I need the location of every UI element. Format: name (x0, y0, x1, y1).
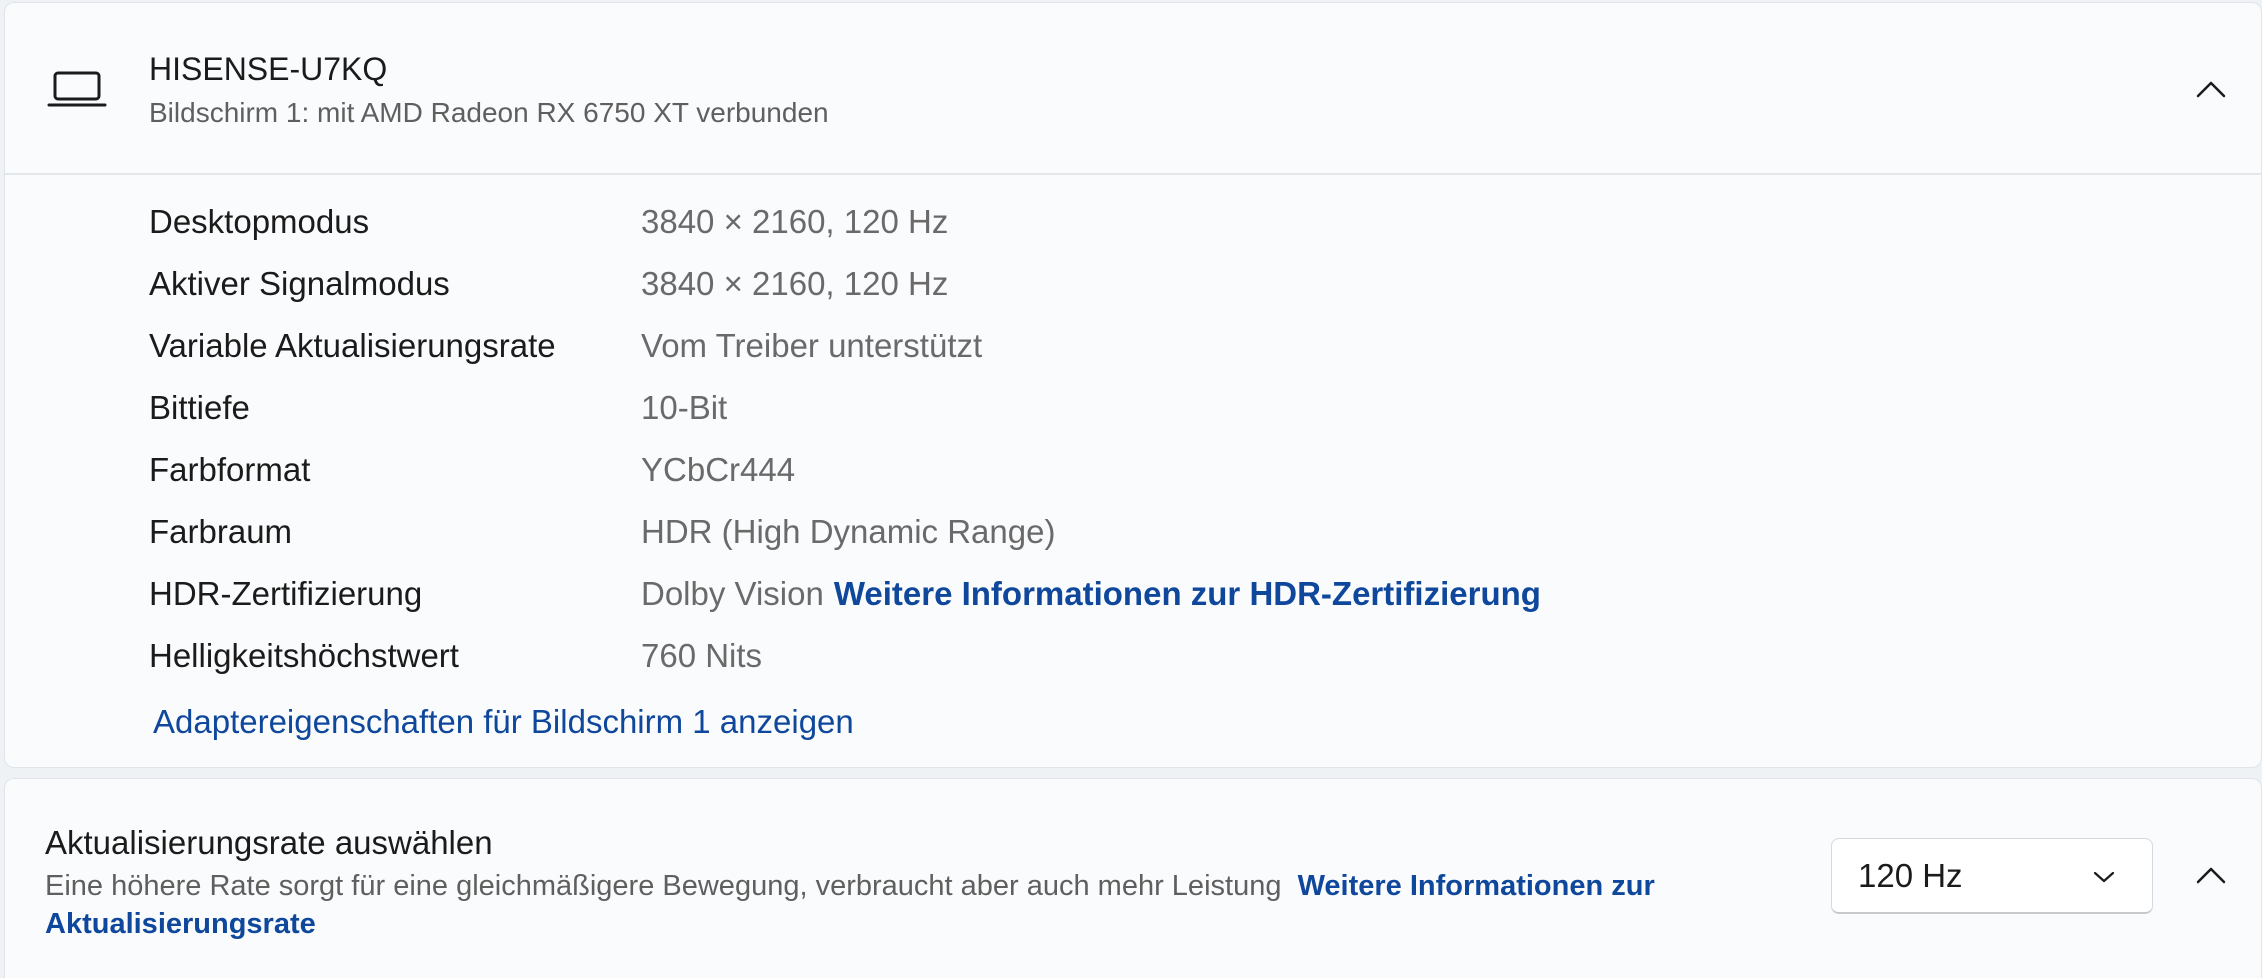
property-value: HDR (High Dynamic Range) (641, 513, 1056, 550)
property-value: 10-Bit (641, 389, 728, 426)
property-label: Farbraum (149, 513, 293, 550)
property-value: Dolby Vision (641, 575, 824, 612)
display-info-card: HISENSE-U7KQ Bildschirm 1: mit AMD Radeo… (4, 2, 2262, 768)
property-label: Variable Aktualisierungsrate (149, 327, 556, 364)
property-label: Bittiefe (149, 389, 250, 426)
property-label: Farbformat (149, 451, 311, 488)
display-header[interactable]: HISENSE-U7KQ Bildschirm 1: mit AMD Radeo… (5, 3, 2261, 175)
chevron-down-icon (2093, 871, 2115, 883)
property-value: 760 Nits (641, 637, 763, 674)
refresh-rate-selected-value: 120 Hz (1858, 857, 1963, 894)
display-subtitle: Bildschirm 1: mit AMD Radeon RX 6750 XT … (149, 97, 829, 128)
property-label: HDR-Zertifizierung (149, 575, 423, 612)
hdr-certification-link[interactable]: Weitere Informationen zur HDR-Zertifizie… (834, 575, 1541, 612)
laptop-icon (47, 71, 107, 107)
display-name: HISENSE-U7KQ (149, 51, 388, 87)
refresh-rate-dropdown[interactable]: 120 Hz (1831, 838, 2153, 914)
chevron-up-icon[interactable] (2195, 865, 2227, 885)
refresh-rate-title: Aktualisierungsrate auswählen (45, 824, 493, 861)
chevron-up-icon[interactable] (2195, 79, 2227, 99)
property-value: Vom Treiber unterstützt (641, 327, 983, 364)
property-value: YCbCr444 (641, 451, 796, 488)
property-label: Helligkeitshöchstwert (149, 637, 459, 674)
adapter-properties-link[interactable]: Adaptereigenschaften für Bildschirm 1 an… (153, 703, 854, 741)
refresh-rate-card: Aktualisierungsrate auswählen Eine höher… (4, 778, 2262, 978)
refresh-rate-description: Eine höhere Rate sorgt für eine gleichmä… (45, 867, 1745, 943)
property-label: Desktopmodus (149, 203, 370, 240)
hdr-certification-value: Dolby Vision Weitere Informationen zur HD… (641, 575, 1541, 613)
property-label: Aktiver Signalmodus (149, 265, 450, 302)
property-value: 3840 × 2160, 120 Hz (641, 203, 949, 240)
refresh-rate-description-text: Eine höhere Rate sorgt für eine gleichmä… (45, 870, 1282, 902)
property-value: 3840 × 2160, 120 Hz (641, 265, 949, 302)
